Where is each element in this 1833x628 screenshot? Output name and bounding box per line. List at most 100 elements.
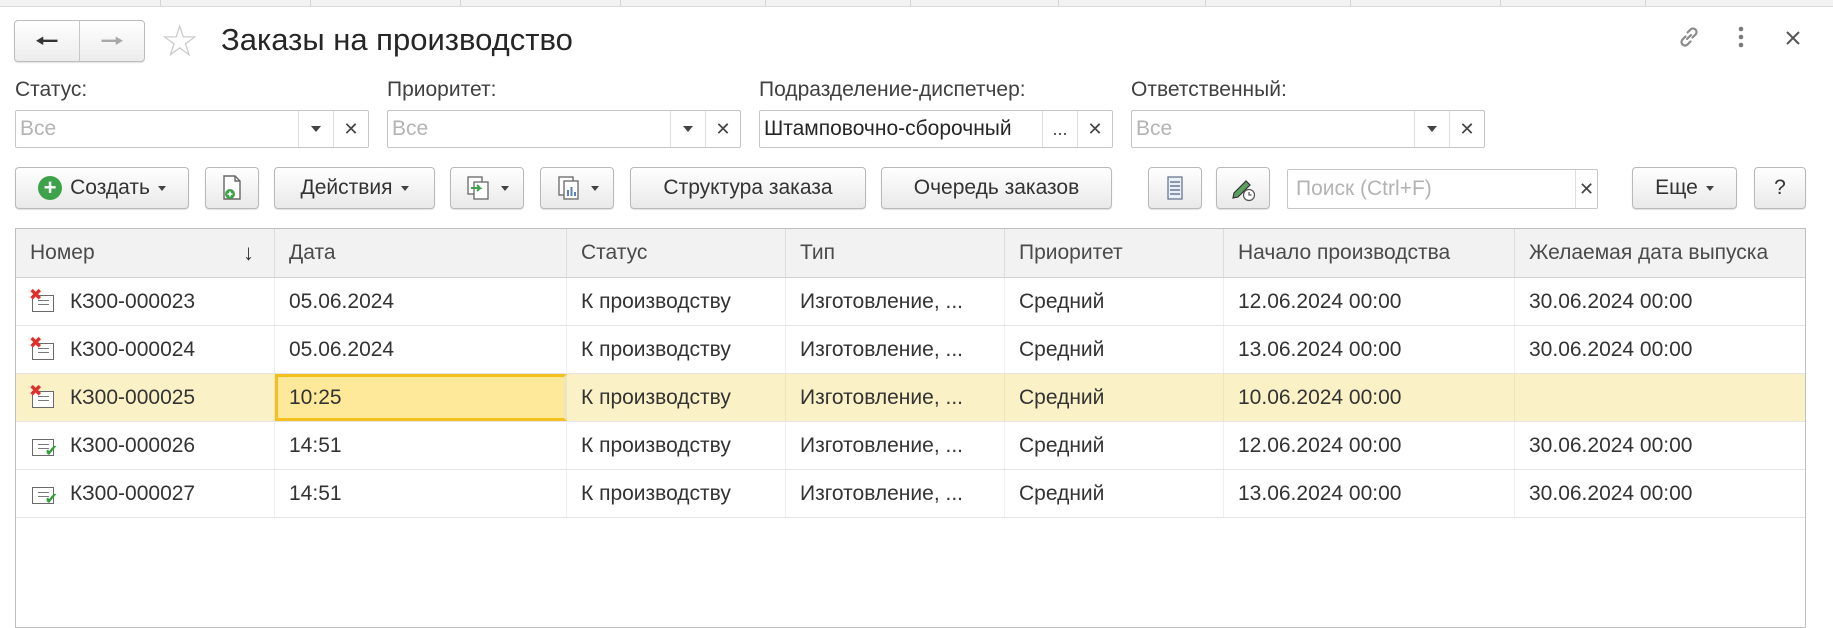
back-button[interactable]: 🠐 [15,21,80,61]
cell-type: Изготовление, ... [786,374,1005,421]
sort-descending-icon: ↓ [243,240,254,265]
pen-clock-icon [1232,180,1256,202]
cell-type: Изготовление, ... [786,278,1005,325]
search-input[interactable] [1288,170,1575,208]
table-row-selected[interactable]: ✖ КЗ00-000025 10:25 К производству Изгот… [16,374,1805,422]
cell-priority: Средний [1005,374,1224,421]
clear-button[interactable]: ✕ [333,111,368,147]
responsible-filter-value[interactable]: Все [1132,111,1414,147]
document-marked-deletion-icon: ✖ [29,287,56,313]
search-field[interactable]: ✕ [1287,169,1598,209]
column-header-release[interactable]: Желаемая дата выпуска [1515,229,1805,277]
column-header-date[interactable]: Дата [275,229,567,277]
actions-button-label: Действия [300,176,393,199]
document-marked-deletion-icon: ✖ [29,383,56,409]
cell-date-active[interactable]: 10:25 [275,374,567,421]
column-header-status[interactable]: Статус [567,229,786,277]
chevron-down-icon [311,126,321,132]
cell-status: К производству [567,374,786,421]
table-row[interactable]: ✔ КЗ00-000027 14:51 К производству Изгот… [16,470,1805,518]
priority-filter-field[interactable]: Все ✕ [387,110,741,148]
responsible-filter-field[interactable]: Все ✕ [1131,110,1485,148]
chevron-down-icon [1705,185,1714,191]
list-icon [1167,176,1183,200]
dropdown-button[interactable] [670,111,705,147]
cell-release [1515,374,1805,421]
column-header-priority[interactable]: Приоритет [1005,229,1224,277]
order-structure-label: Структура заказа [663,176,833,199]
select-button[interactable]: ... [1042,111,1077,147]
reports-button[interactable] [540,167,614,209]
cell-status: К производству [567,422,786,469]
link-icon[interactable] [1676,24,1702,57]
chevron-down-icon [683,126,693,132]
priority-filter-label: Приоритет: [387,78,497,101]
cell-number-text: КЗ00-000027 [70,482,196,505]
clear-icon: ✕ [1087,118,1103,139]
table-row[interactable]: ✖ КЗ00-000024 05.06.2024 К производству … [16,326,1805,374]
actions-button[interactable]: Действия [274,167,435,209]
create-based-on-button[interactable] [450,167,524,209]
orders-table[interactable]: Номер ↓ Дата Статус Тип Приоритет Начало… [15,228,1806,628]
department-filter-value[interactable]: Штамповочно-сборочный [760,111,1042,147]
more-vertical-icon[interactable] [1734,24,1748,57]
search-clear-button[interactable]: ✕ [1575,170,1597,208]
cell-priority: Средний [1005,278,1224,325]
help-button-label: ? [1774,176,1786,199]
help-button[interactable]: ? [1754,167,1806,209]
chevron-down-icon [1427,126,1437,132]
create-copy-button[interactable] [205,167,259,209]
status-filter-field[interactable]: Все ✕ [15,110,369,148]
order-structure-button[interactable]: Структура заказа [630,167,866,209]
column-header-label: Начало производства [1238,241,1451,264]
dropdown-button[interactable] [1414,111,1449,147]
arrow-right-icon: 🠒 [100,26,124,56]
clear-icon: ✕ [343,118,359,139]
table-header: Номер ↓ Дата Статус Тип Приоритет Начало… [16,229,1805,278]
more-button[interactable]: Еще [1632,167,1737,209]
chevron-down-icon [501,185,509,191]
document-marked-deletion-icon: ✖ [29,335,56,361]
create-button[interactable]: + Создать [15,167,189,209]
column-header-label: Номер [30,241,95,264]
chevron-down-icon [400,185,409,191]
clear-button[interactable]: ✕ [1077,111,1112,147]
clear-button[interactable]: ✕ [705,111,740,147]
cell-type: Изготовление, ... [786,422,1005,469]
column-header-type[interactable]: Тип [786,229,1005,277]
order-queue-button[interactable]: Очередь заказов [881,167,1112,209]
cell-number-text: КЗ00-000025 [70,386,196,409]
favorite-star-icon[interactable]: ☆ [160,20,199,64]
cell-type: Изготовление, ... [786,470,1005,517]
forward-button[interactable]: 🠒 [80,21,144,61]
close-icon[interactable] [1784,24,1802,57]
clear-icon: ✕ [1578,178,1595,199]
department-filter-label: Подразделение-диспетчер: [759,78,1026,101]
priority-filter-value[interactable]: Все [388,111,670,147]
cell-number: ✖ КЗ00-000024 [16,326,275,373]
cell-type: Изготовление, ... [786,326,1005,373]
status-filter-value[interactable]: Все [16,111,298,147]
column-header-number[interactable]: Номер ↓ [16,229,275,277]
dropdown-button[interactable] [298,111,333,147]
cell-date: 05.06.2024 [275,278,567,325]
table-row[interactable]: ✖ КЗ00-000023 05.06.2024 К производству … [16,278,1805,326]
department-filter-field[interactable]: Штамповочно-сборочный ... ✕ [759,110,1113,148]
cell-date: 05.06.2024 [275,326,567,373]
responsible-filter-label: Ответственный: [1131,78,1287,101]
cell-status: К производству [567,326,786,373]
add-circle-icon: + [38,176,63,200]
list-settings-button[interactable] [1148,167,1202,209]
edit-history-button[interactable] [1216,167,1270,209]
cell-number-text: КЗ00-000023 [70,290,196,313]
cell-start: 12.06.2024 00:00 [1224,278,1515,325]
cell-date: 14:51 [275,422,567,469]
top-tab-strip [0,0,1833,7]
document-posted-icon: ✔ [30,483,58,507]
more-button-label: Еще [1655,176,1698,199]
clear-button[interactable]: ✕ [1449,111,1484,147]
column-header-start[interactable]: Начало производства [1224,229,1515,277]
chevron-down-icon [157,185,166,191]
documents-arrow-icon [467,176,489,200]
table-row[interactable]: ✔ КЗ00-000026 14:51 К производству Изгот… [16,422,1805,470]
